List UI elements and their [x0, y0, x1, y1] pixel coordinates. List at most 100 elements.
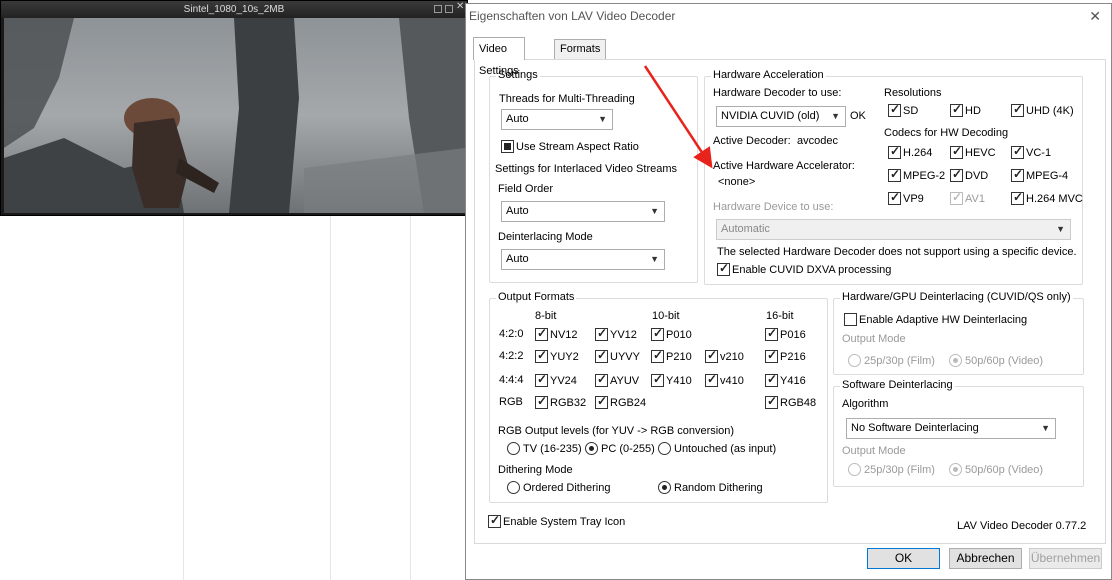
- cuvid-dxva-checkbox[interactable]: Enable CUVID DXVA processing: [717, 261, 891, 276]
- checkbox-unchecked-icon: [844, 313, 857, 326]
- checkbox-checked-icon: [595, 394, 608, 409]
- codec-vc1-checkbox[interactable]: VC-1: [1011, 144, 1051, 159]
- res-uhd-checkbox[interactable]: UHD (4K): [1011, 102, 1074, 117]
- hw-device-select[interactable]: Automatic ▼: [716, 219, 1071, 240]
- levels-untouched-radio[interactable]: Untouched (as input): [658, 442, 776, 455]
- format-nv12-checkbox[interactable]: NV12: [535, 326, 578, 341]
- maximize-icon[interactable]: [445, 5, 453, 13]
- format-yuy2-checkbox[interactable]: YUY2: [535, 348, 579, 363]
- field-order-select[interactable]: Auto ▼: [501, 201, 665, 222]
- checkbox-checked-icon: [595, 326, 608, 341]
- background-divider: [183, 215, 184, 580]
- codec-mpeg4-label: MPEG-4: [1026, 169, 1069, 182]
- deint-mode-label: Deinterlacing Mode: [498, 231, 593, 243]
- aspect-ratio-checkbox[interactable]: Use Stream Aspect Ratio: [501, 140, 639, 153]
- checkbox-checked-icon: [717, 261, 730, 276]
- checkbox-checked-icon: [535, 326, 548, 341]
- checkbox-checked-icon: [595, 348, 608, 363]
- codec-vp9-label: VP9: [903, 192, 924, 205]
- checkbox-checked-icon: [535, 348, 548, 363]
- hw-accel-group: Hardware Acceleration Hardware Decoder t…: [704, 69, 1083, 285]
- format-p210-checkbox[interactable]: P210: [651, 348, 692, 363]
- checkbox-checked-icon: [888, 102, 901, 117]
- sw-mode-video-radio[interactable]: 50p/60p (Video): [949, 463, 1043, 476]
- format-rgb24-checkbox[interactable]: RGB24: [595, 394, 647, 409]
- checkbox-checked-icon: [705, 348, 718, 363]
- codec-mpeg4-checkbox[interactable]: MPEG-4: [1011, 167, 1069, 182]
- format-p010-label: P010: [666, 328, 692, 341]
- codec-mpeg2-label: MPEG-2: [903, 169, 946, 182]
- threads-select[interactable]: Auto ▼: [501, 109, 613, 130]
- checkbox-checked-icon: [765, 372, 778, 387]
- radio-selected-icon: [585, 442, 598, 455]
- format-rgb32-checkbox[interactable]: RGB32: [535, 394, 586, 409]
- format-y410-label: Y410: [666, 374, 692, 387]
- resolutions-label: Resolutions: [884, 87, 942, 99]
- format-v410-checkbox[interactable]: v410: [705, 372, 744, 387]
- tab-video-settings[interactable]: Video Settings: [473, 37, 525, 77]
- deint-mode-select[interactable]: Auto ▼: [501, 249, 665, 270]
- video-frame: [4, 18, 465, 213]
- ok-button[interactable]: OK: [867, 548, 940, 569]
- chevron-down-icon: ▼: [650, 254, 659, 264]
- format-yv12-checkbox[interactable]: YV12: [595, 326, 637, 341]
- algorithm-select[interactable]: No Software Deinterlacing ▼: [846, 418, 1056, 439]
- format-y416-label: Y416: [780, 374, 806, 387]
- codec-dvd-checkbox[interactable]: DVD: [950, 167, 989, 182]
- output-formats-group: Output Formats 8-bit 10-bit 16-bit 4:2:0…: [489, 291, 828, 503]
- dithering-label: Dithering Mode: [498, 464, 573, 476]
- codec-av1-checkbox[interactable]: AV1: [950, 190, 985, 205]
- format-p216-checkbox[interactable]: P216: [765, 348, 806, 363]
- codec-h264mvc-checkbox[interactable]: H.264 MVC: [1011, 190, 1083, 205]
- cancel-button[interactable]: Abbrechen: [949, 548, 1022, 569]
- checkbox-checked-icon: [651, 326, 664, 341]
- radio-icon: [507, 442, 520, 455]
- format-p010-checkbox[interactable]: P010: [651, 326, 692, 341]
- close-icon[interactable]: ✕: [1089, 8, 1101, 25]
- hw-mode-video-label: 50p/60p (Video): [965, 354, 1044, 367]
- dither-ordered-radio[interactable]: Ordered Dithering: [507, 481, 610, 494]
- codec-vp9-checkbox[interactable]: VP9: [888, 190, 924, 205]
- format-p016-checkbox[interactable]: P016: [765, 326, 806, 341]
- res-sd-label: SD: [903, 104, 919, 117]
- codec-mpeg2-checkbox[interactable]: MPEG-2: [888, 167, 946, 182]
- res-hd-checkbox[interactable]: HD: [950, 102, 981, 117]
- apply-button[interactable]: Übernehmen: [1029, 548, 1102, 569]
- tab-formats[interactable]: Formats: [554, 39, 607, 60]
- format-rgb48-checkbox[interactable]: RGB48: [765, 394, 816, 409]
- codec-h264-checkbox[interactable]: H.264: [888, 144, 933, 159]
- levels-tv-radio[interactable]: TV (16-235): [507, 442, 582, 455]
- system-tray-checkbox[interactable]: Enable System Tray Icon: [488, 513, 625, 528]
- checkbox-checked-icon: [651, 348, 664, 363]
- codec-dvd-label: DVD: [965, 169, 989, 182]
- res-uhd-label: UHD (4K): [1026, 104, 1074, 117]
- output-formats-group-label: Output Formats: [496, 291, 577, 303]
- res-sd-checkbox[interactable]: SD: [888, 102, 919, 117]
- format-yv24-checkbox[interactable]: YV24: [535, 372, 577, 387]
- levels-pc-radio[interactable]: PC (0-255): [585, 442, 655, 455]
- version-label: LAV Video Decoder 0.77.2: [957, 520, 1087, 532]
- format-v210-checkbox[interactable]: v210: [705, 348, 744, 363]
- restore-icon[interactable]: [434, 5, 442, 13]
- dither-ordered-label: Ordered Dithering: [523, 481, 611, 494]
- hw-mode-film-radio[interactable]: 25p/30p (Film): [848, 354, 935, 367]
- hw-mode-video-radio[interactable]: 50p/60p (Video): [949, 354, 1043, 367]
- format-ayuv-checkbox[interactable]: AYUV: [595, 372, 639, 387]
- checkbox-indeterminate-icon: [501, 140, 514, 153]
- dither-random-radio[interactable]: Random Dithering: [658, 481, 763, 494]
- format-y410-checkbox[interactable]: Y410: [651, 372, 692, 387]
- hw-decoder-select[interactable]: NVIDIA CUVID (old) ▼: [716, 106, 846, 127]
- codec-av1-label: AV1: [965, 192, 985, 205]
- codec-h264-label: H.264: [903, 146, 933, 159]
- codec-hevc-label: HEVC: [965, 146, 996, 159]
- close-icon[interactable]: ✕: [456, 2, 464, 12]
- hw-device-note: The selected Hardware Decoder does not s…: [717, 246, 1077, 258]
- adaptive-hw-deint-checkbox[interactable]: Enable Adaptive HW Deinterlacing: [844, 313, 1027, 326]
- sw-mode-film-radio[interactable]: 25p/30p (Film): [848, 463, 935, 476]
- format-nv12-label: NV12: [550, 328, 578, 341]
- format-rgb24-label: RGB24: [610, 396, 647, 409]
- codec-hevc-checkbox[interactable]: HEVC: [950, 144, 996, 159]
- format-yv12-label: YV12: [610, 328, 637, 341]
- format-uyvy-checkbox[interactable]: UYVY: [595, 348, 640, 363]
- format-y416-checkbox[interactable]: Y416: [765, 372, 806, 387]
